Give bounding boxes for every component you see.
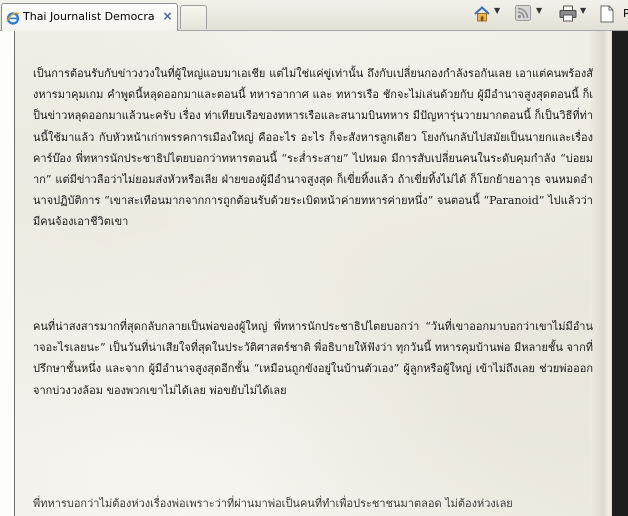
new-tab-button[interactable] — [180, 5, 207, 29]
tab-bar: Thai Journalist Democrati... × ▼ ▼ — [0, 0, 628, 31]
print-icon — [559, 5, 577, 22]
torn-paper-edge — [590, 31, 614, 516]
tab-close-button[interactable]: × — [161, 9, 174, 23]
home-icon — [473, 5, 491, 23]
page-viewport[interactable]: เป็นการต้อนรับกับข่าวงวงในที่ผู้ใหญ่แอบม… — [0, 31, 628, 516]
article-paragraph-2: คนที่น่าสงสารมากที่สุดกลับกลายเป็นพ่อของ… — [33, 320, 593, 397]
browser-tab-active[interactable]: Thai Journalist Democrati... × — [1, 3, 178, 31]
home-dropdown-chevron-icon[interactable]: ▼ — [494, 6, 500, 15]
feeds-button[interactable] — [515, 5, 531, 25]
page-menu-label[interactable]: Pa — [623, 7, 628, 20]
article-paragraph-1: เป็นการต้อนรับกับข่าวงวงในที่ผู้ใหญ่แอบม… — [33, 67, 593, 229]
print-button[interactable] — [559, 5, 577, 25]
page-icon — [599, 5, 615, 23]
article-paragraph-3: พี่ทหารบอกว่าไม่ต้องห่วงเรื่องพ่อเพราะว่… — [33, 497, 513, 510]
home-button[interactable] — [473, 5, 491, 25]
dark-side-strip — [612, 31, 628, 516]
rss-feed-icon — [515, 5, 531, 21]
feeds-dropdown-chevron-icon[interactable]: ▼ — [536, 6, 542, 15]
page-menu-button[interactable] — [599, 5, 615, 25]
tab-title: Thai Journalist Democrati... — [23, 10, 155, 23]
ie-favicon-icon — [6, 10, 20, 25]
print-dropdown-chevron-icon[interactable]: ▼ — [580, 6, 586, 15]
